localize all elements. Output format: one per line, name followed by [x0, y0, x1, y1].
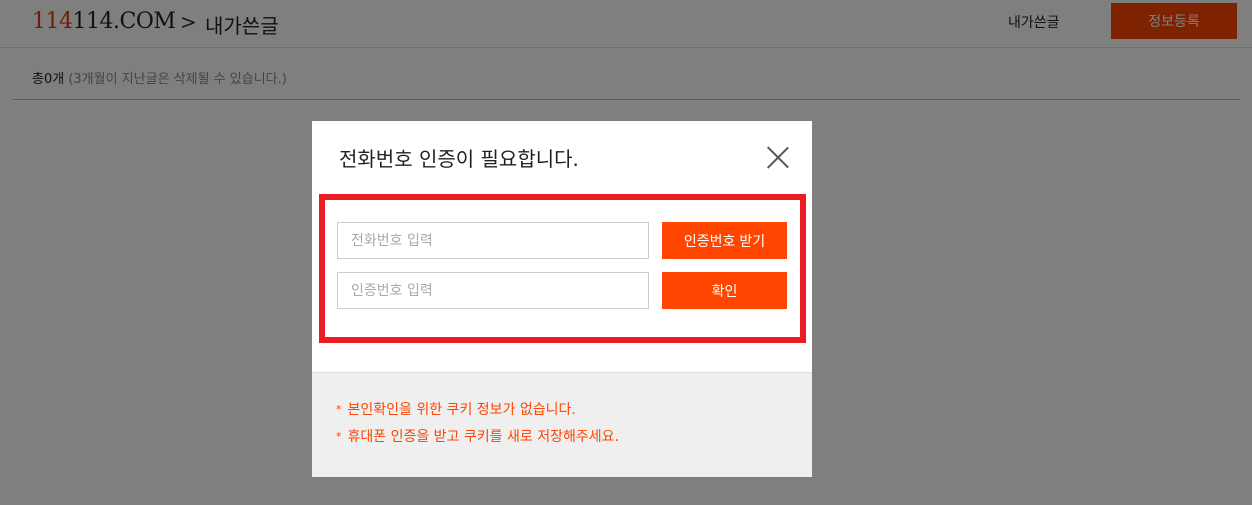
asterisk-icon: * — [336, 403, 342, 416]
phone-verification-modal: 전화번호 인증이 필요합니다. 인증번호 받기 확인 * 본인확인을 위한 쿠키 … — [312, 121, 812, 477]
asterisk-icon: * — [336, 430, 342, 443]
notice-item: * 휴대폰 인증을 받고 쿠키를 새로 저장해주세요. — [336, 426, 619, 446]
notice-text: 본인확인을 위한 쿠키 정보가 없습니다. — [347, 402, 576, 418]
notice-item: * 본인확인을 위한 쿠키 정보가 없습니다. — [336, 399, 576, 419]
modal-footer: * 본인확인을 위한 쿠키 정보가 없습니다. * 휴대폰 인증을 받고 쿠키를 새… — [312, 372, 812, 477]
close-icon[interactable] — [766, 145, 790, 169]
highlight-box — [319, 194, 806, 343]
send-code-button[interactable]: 인증번호 받기 — [662, 222, 787, 259]
confirm-button[interactable]: 확인 — [662, 272, 787, 309]
modal-title: 전화번호 인증이 필요합니다. — [339, 147, 579, 171]
phone-number-input[interactable] — [337, 222, 649, 259]
verification-code-input[interactable] — [337, 272, 649, 309]
notice-text: 휴대폰 인증을 받고 쿠키를 새로 저장해주세요. — [347, 429, 619, 445]
